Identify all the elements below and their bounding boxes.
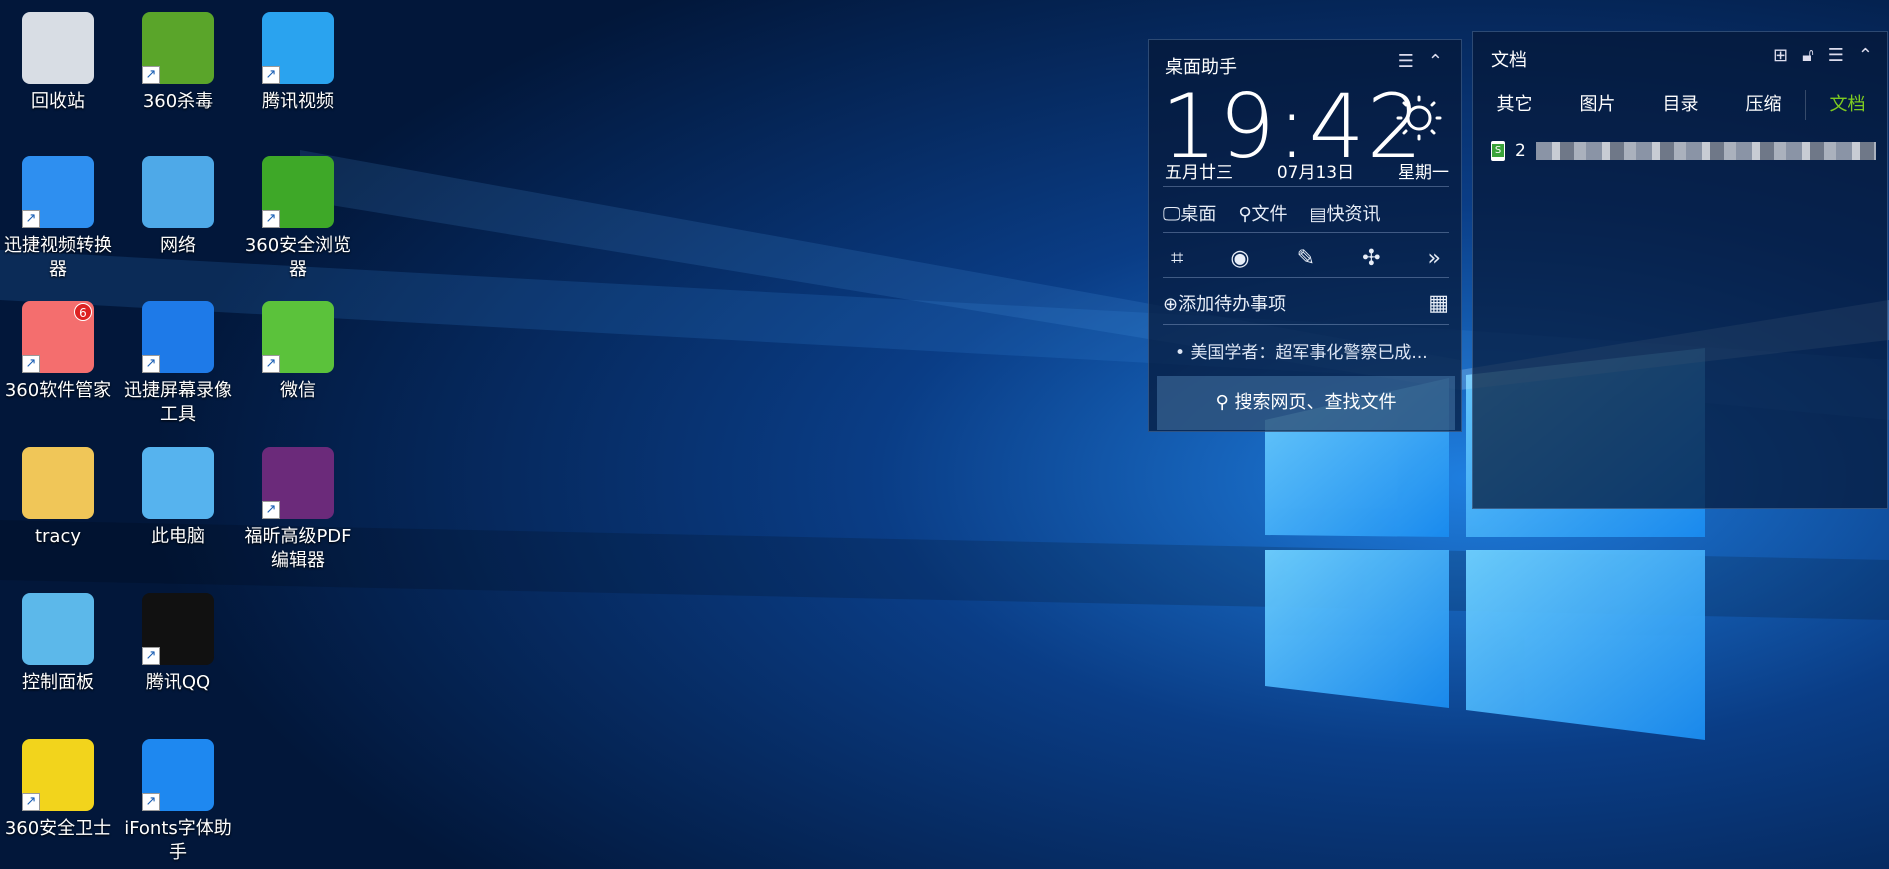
menu-icon[interactable]: ☰ — [1828, 45, 1844, 66]
desktop-icon[interactable]: tracy — [0, 447, 118, 549]
weekday: 星期一 — [1397, 163, 1449, 183]
desktop-icon[interactable]: 6 ↗ 360软件管家 — [0, 301, 118, 403]
grid-view-icon[interactable]: ⊞ — [1773, 45, 1788, 66]
desktop-icon-label: 迅捷屏幕录像工具 — [124, 380, 232, 425]
screenshot-crop-icon[interactable]: ⌗ — [1171, 246, 1183, 271]
weather-sun-icon[interactable] — [1395, 94, 1443, 142]
computer-icon — [142, 447, 214, 519]
add-todo-button[interactable]: ⊕添加待办事项 — [1163, 290, 1286, 316]
collapse-icon[interactable]: ⌃ — [1858, 45, 1873, 66]
wechat-icon: ↗ — [262, 301, 334, 373]
desktop-icon-label: 此电脑 — [151, 526, 205, 547]
software-manager-icon: 6 ↗ — [22, 301, 94, 373]
unlock-icon[interactable]: 🔓︎ — [1802, 45, 1814, 66]
menu-icon[interactable]: ☰ — [1398, 51, 1414, 72]
desktop-icon[interactable]: ↗ 福昕高级PDF编辑器 — [238, 447, 358, 573]
desktop-icon-label: 网络 — [160, 235, 196, 256]
video-converter-icon: ↗ — [22, 156, 94, 228]
desktop-icon-label: 微信 — [280, 380, 316, 401]
qq-penguin-icon: ↗ — [142, 593, 214, 665]
shortcut-arrow-icon: ↗ — [22, 210, 40, 228]
category-tabs: 其它 图片 目录 压缩 文档 — [1473, 90, 1889, 120]
collapse-icon[interactable]: ⌃ — [1428, 51, 1443, 72]
search-box[interactable]: ⚲ 搜索网页、查找文件 — [1157, 376, 1455, 430]
desktop-icon[interactable]: ↗ 迅捷屏幕录像工具 — [118, 301, 238, 427]
widget-title: 文档 — [1491, 50, 1527, 71]
desktop-icon-label: 360安全卫士 — [4, 818, 112, 839]
desktop-icon-label: 回收站 — [31, 91, 85, 112]
monitor-icon: 🖵 — [1163, 204, 1181, 225]
tab-3[interactable]: 压缩 — [1722, 90, 1805, 120]
tab-2[interactable]: 目录 — [1639, 90, 1722, 120]
desktop-icon-label: tracy — [34, 526, 82, 547]
desktop-icon-label: 腾讯视频 — [262, 91, 334, 112]
shortcut-arrow-icon: ↗ — [142, 793, 160, 811]
pdf-editor-icon: ↗ — [262, 447, 334, 519]
desktop-icon-label: 控制面板 — [22, 672, 94, 693]
news-item[interactable]: • 美国学者：超军事化警察已成... — [1175, 338, 1428, 363]
desktop-icon[interactable]: ↗ 腾讯视频 — [238, 12, 358, 114]
shield-bolt-icon: ↗ — [142, 12, 214, 84]
desktop-icon[interactable]: ↗ 迅捷视频转换器 — [0, 156, 118, 282]
tab-1[interactable]: 图片 — [1556, 90, 1639, 120]
ifonts-icon: ↗ — [142, 739, 214, 811]
quick-link-news[interactable]: ▤快资讯 — [1310, 200, 1381, 226]
recycle-bin-icon — [22, 12, 94, 84]
desktop-icon[interactable]: 此电脑 — [118, 447, 238, 549]
network-icon — [142, 156, 214, 228]
plus-circle-icon: ⊕ — [1163, 294, 1179, 315]
qr-code-icon[interactable]: ▦ — [1428, 291, 1449, 316]
desktop-icon[interactable]: ↗ 腾讯QQ — [118, 593, 238, 695]
plugin-icon[interactable]: ✣ — [1362, 246, 1380, 271]
spreadsheet-file-icon — [1491, 141, 1505, 161]
newspaper-icon: ▤ — [1309, 204, 1327, 225]
control-panel-icon — [22, 593, 94, 665]
search-icon: ⚲ — [1238, 204, 1252, 225]
quick-link-files[interactable]: ⚲文件 — [1238, 200, 1287, 226]
date: 07月13日 — [1276, 163, 1355, 183]
notification-badge: 6 — [74, 303, 92, 321]
desktop-icon-label: 360杀毒 — [142, 91, 214, 112]
desktop-assistant-widget: 桌面助手 ☰ ⌃ 19:42 五月廿三 07月13日 星期一 🖵桌面 ⚲文件 ▤快资讯… — [1148, 39, 1462, 432]
desktop-icon-label: iFonts字体助手 — [124, 818, 232, 863]
tab-4[interactable]: 文档 — [1805, 90, 1889, 120]
shortcut-arrow-icon: ↗ — [262, 66, 280, 84]
quick-link-desktop[interactable]: 🖵桌面 — [1163, 200, 1216, 226]
screen-recorder-icon: ↗ — [142, 301, 214, 373]
documents-widget: 文档 ⊞🔓︎☰⌃ 其它图片目录压缩文档 2 — [1472, 31, 1888, 509]
tab-0[interactable]: 其它 — [1473, 90, 1556, 120]
user-folder-icon — [22, 447, 94, 519]
desktop-icon[interactable]: 控制面板 — [0, 593, 118, 695]
desktop-icon[interactable]: ↗ 360安全卫士 — [0, 739, 118, 841]
lunar-date: 五月廿三 — [1165, 163, 1233, 183]
shortcut-arrow-icon: ↗ — [22, 355, 40, 373]
desktop-icon-label: 迅捷视频转换器 — [4, 235, 112, 280]
desktop-icon[interactable]: 网络 — [118, 156, 238, 258]
more-chevrons-icon[interactable]: » — [1428, 246, 1441, 271]
desktop-icon[interactable]: ↗ 360杀毒 — [118, 12, 238, 114]
shortcut-arrow-icon: ↗ — [22, 793, 40, 811]
desktop-icon-label: 腾讯QQ — [145, 672, 211, 693]
shortcut-arrow-icon: ↗ — [262, 501, 280, 519]
file-item[interactable]: 2 — [1491, 141, 1876, 161]
shortcut-arrow-icon: ↗ — [262, 210, 280, 228]
blurred-file-name — [1535, 142, 1876, 160]
search-icon: ⚲ — [1215, 392, 1235, 413]
eye-icon[interactable]: ◉ — [1230, 246, 1249, 271]
shortcut-arrow-icon: ↗ — [142, 66, 160, 84]
desktop-icon-label: 360软件管家 — [4, 380, 112, 401]
desktop-icon-label: 福昕高级PDF编辑器 — [244, 526, 352, 571]
desktop-icon[interactable]: 回收站 — [0, 12, 118, 114]
security-guard-icon: ↗ — [22, 739, 94, 811]
desktop-icon-label: 360安全浏览器 — [244, 235, 352, 280]
shortcut-arrow-icon: ↗ — [142, 355, 160, 373]
browser-icon: ↗ — [262, 156, 334, 228]
shortcut-arrow-icon: ↗ — [262, 355, 280, 373]
desktop-icon[interactable]: ↗ iFonts字体助手 — [118, 739, 238, 865]
shortcut-arrow-icon: ↗ — [142, 647, 160, 665]
tencent-video-icon: ↗ — [262, 12, 334, 84]
desktop-icon[interactable]: ↗ 微信 — [238, 301, 358, 403]
notes-icon[interactable]: ✎ — [1297, 246, 1315, 271]
desktop-icon[interactable]: ↗ 360安全浏览器 — [238, 156, 358, 282]
